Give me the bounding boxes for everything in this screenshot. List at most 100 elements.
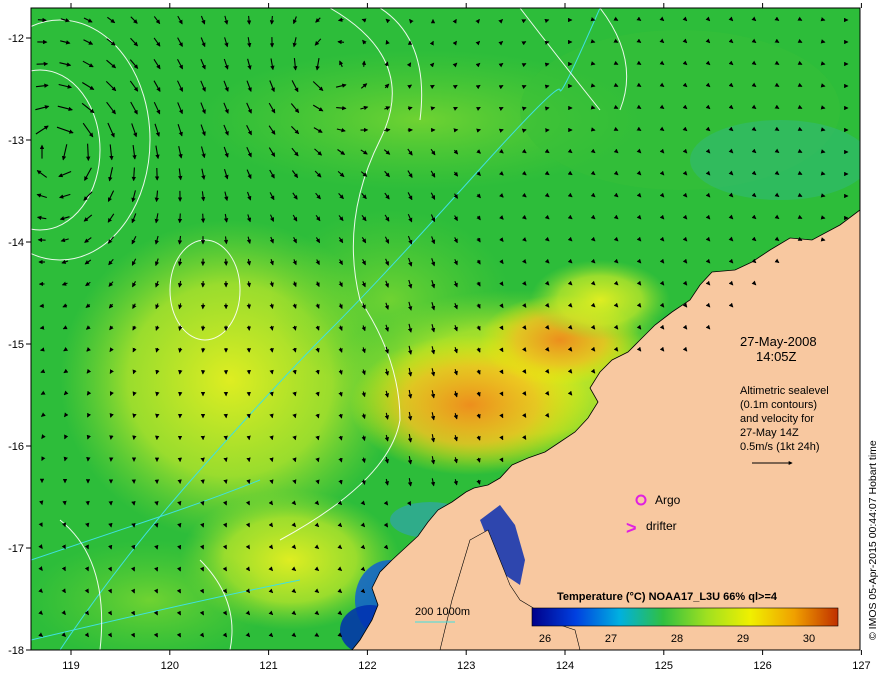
legend-line-2: (0.1m contours) [740,399,817,411]
velocity-arrow [269,435,274,441]
time-label: 14:05Z [756,349,797,364]
velocity-arrow [797,236,803,241]
colorbar-gradient [531,607,839,627]
velocity-arrow [38,632,44,637]
colorbar-tick-label: 28 [671,633,683,645]
velocity-arrow [61,566,66,572]
velocity-arrow [314,500,319,506]
velocity-arrow [246,325,251,331]
velocity-arrow [109,413,114,418]
velocity-arrow [223,258,229,266]
legend-line-4: 27-May 14Z [740,427,799,439]
velocity-arrow [40,412,46,417]
velocity-arrow [223,479,228,485]
velocity-arrow [155,391,160,397]
legend-line-1: Altimetric sealevel [740,385,829,397]
velocity-arrow [337,610,343,615]
velocity-arrow [222,522,227,528]
velocity-arrow [475,18,480,24]
velocity-arrow [291,588,297,593]
velocity-arrow [797,148,803,153]
velocity-arrow [61,588,66,594]
velocity-arrow [132,413,137,419]
velocity-arrow [314,632,320,637]
velocity-arrow [429,40,434,46]
velocity-arrow [521,19,527,24]
velocity-arrow [268,566,273,572]
velocity-arrow [199,566,204,572]
velocity-arrow [177,213,183,224]
velocity-arrow [200,500,205,506]
velocity-arrow [291,610,297,615]
velocity-arrow [38,610,43,615]
velocity-arrow [613,60,619,65]
velocity-arrow [223,457,228,463]
lon-tick-label: 119 [62,660,80,672]
velocity-arrow [361,60,367,67]
velocity-arrow [61,544,66,550]
velocity-arrow [38,588,43,593]
velocity-arrow [269,391,274,397]
velocity-arrow [797,104,803,109]
velocity-arrow [178,369,183,375]
lon-tick-label: 124 [556,660,574,672]
lat-tick-label: -13 [8,135,24,147]
velocity-arrow [199,522,205,528]
colorbar-tick-label: 30 [803,633,815,645]
velocity-arrow [176,544,182,550]
bathymetry-label: 200 1000m [415,606,470,618]
velocity-arrow [521,85,527,90]
velocity-arrow [107,588,112,594]
velocity-arrow [84,588,89,594]
lat-tick-label: -18 [8,645,24,657]
velocity-arrow [246,479,251,485]
velocity-arrow [314,588,320,593]
velocity-arrow [84,544,89,550]
velocity-arrow [498,18,504,24]
velocity-arrow [40,368,46,374]
velocity-arrow [797,60,803,65]
velocity-arrow [797,170,803,175]
velocity-arrow [154,522,159,528]
velocity-arrow [86,434,91,440]
velocity-arrow [153,588,158,594]
colorbar-tick-label: 27 [605,633,617,645]
velocity-arrow [246,457,251,463]
lon-tick-label: 123 [457,660,475,672]
lat-tick-label: -12 [8,33,24,45]
velocity-arrow [154,544,159,550]
velocity-arrow [64,434,69,440]
velocity-arrow [108,544,113,550]
velocity-arrow [246,303,252,310]
velocity-arrow [130,588,135,594]
velocity-arrow [291,632,297,637]
velocity-arrow [797,82,803,87]
velocity-arrow [797,38,803,43]
velocity-arrow [199,544,204,550]
velocity-arrow [521,106,527,111]
velocity-arrow [245,500,250,506]
velocity-arrow [107,566,112,572]
velocity-arrow [797,192,803,197]
velocity-arrow [291,544,296,550]
lon-tick-label: 121 [259,660,277,672]
velocity-arrow [84,566,89,572]
velocity-arrow [613,82,619,87]
velocity-arrow [613,104,619,109]
velocity-arrow [41,434,46,439]
lon-tick-label: 127 [852,660,870,672]
velocity-arrow [453,128,459,133]
velocity-arrow [337,632,343,637]
sst-map: 119 120 121 122 123 124 125 126 127 -12 -13 -14 -15 -… [8,3,879,672]
velocity-arrow [222,544,227,550]
velocity-arrow [222,500,227,506]
lon-tick-label: 125 [655,660,673,672]
lon-tick-label: 126 [753,660,771,672]
velocity-arrow [61,632,67,638]
velocity-arrow [797,16,803,21]
velocity-arrow [291,522,296,528]
velocity-arrow [337,544,343,549]
date-label: 27-May-2008 [740,334,817,349]
velocity-arrow [177,522,182,528]
velocity-arrow [38,566,43,571]
